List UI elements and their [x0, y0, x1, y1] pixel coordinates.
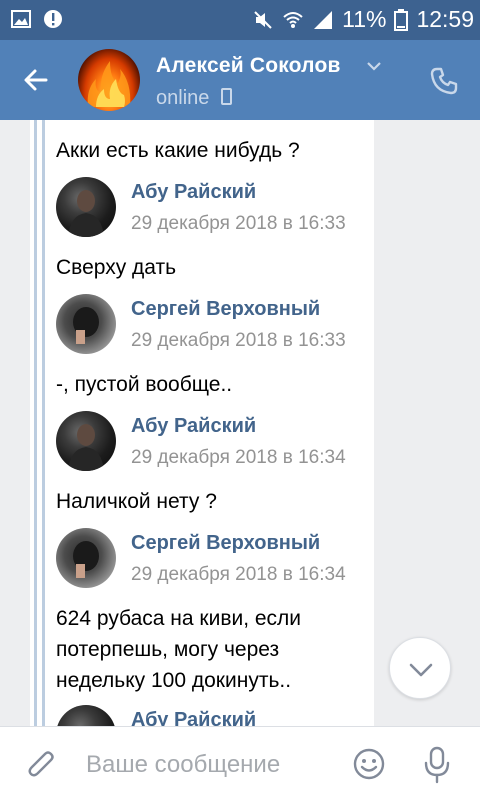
wifi-icon	[283, 11, 303, 28]
forward-rail-nested	[42, 120, 45, 726]
smiley-icon[interactable]	[352, 747, 386, 781]
chevron-down-icon	[409, 663, 433, 677]
author-avatar[interactable]	[56, 528, 116, 588]
message-list[interactable]: Акки есть какие нибудь ? Абу Райский 29 …	[0, 120, 480, 726]
message-date: 29 декабря 2018 в 16:34	[131, 447, 346, 468]
battery-percent: 11%	[342, 6, 387, 32]
contact-avatar[interactable]	[78, 49, 140, 111]
alert-notification-icon	[44, 10, 62, 28]
message-date: 29 декабря 2018 в 16:33	[131, 213, 346, 234]
mobile-device-icon	[221, 88, 232, 105]
message-date: 29 декабря 2018 в 16:34	[131, 564, 346, 585]
chat-header: Алексей Соколов online	[0, 40, 480, 120]
message-text: Наличкой нету ?	[56, 490, 217, 513]
author-name[interactable]: Сергей Верховный	[131, 298, 320, 321]
arrow-left-icon[interactable]	[20, 64, 52, 96]
presence-status: online	[156, 87, 210, 109]
message-text-line: недельку 100 докинуть..	[56, 669, 292, 692]
phone-icon[interactable]	[428, 65, 460, 97]
battery-icon	[394, 8, 409, 31]
message-text-line: 624 рубаса на киви, если	[56, 607, 302, 630]
clock: 12:59	[416, 6, 474, 32]
message-text: Акки есть какие нибудь ?	[56, 139, 300, 162]
microphone-icon[interactable]	[423, 745, 451, 785]
author-name[interactable]: Абу Райский	[131, 181, 256, 204]
author-name[interactable]: Сергей Верховный	[131, 532, 320, 555]
signal-icon	[314, 10, 333, 29]
author-name[interactable]: Абу Райский	[131, 415, 256, 438]
status-bar: 11% 12:59	[0, 0, 480, 40]
chevron-down-icon[interactable]	[366, 59, 382, 73]
forward-rail	[34, 120, 37, 726]
message-date: 29 декабря 2018 в 16:33	[131, 330, 346, 351]
scroll-to-bottom-button[interactable]	[389, 637, 451, 699]
author-name[interactable]: Абу Райский	[131, 709, 256, 726]
author-avatar[interactable]	[56, 177, 116, 237]
author-avatar[interactable]	[56, 294, 116, 354]
gallery-notification-icon	[11, 10, 31, 28]
fire-image-icon	[87, 61, 131, 107]
message-input[interactable]	[86, 745, 336, 785]
paperclip-icon[interactable]	[26, 747, 58, 783]
message-text-line: потерпешь, могу через	[56, 638, 280, 661]
composer	[0, 726, 480, 800]
message-text: -, пустой вообще..	[56, 373, 233, 396]
message-text: Сверху дать	[56, 256, 177, 279]
author-avatar[interactable]	[56, 411, 116, 471]
mute-icon	[254, 10, 272, 29]
contact-name[interactable]: Алексей Соколов	[156, 54, 341, 78]
